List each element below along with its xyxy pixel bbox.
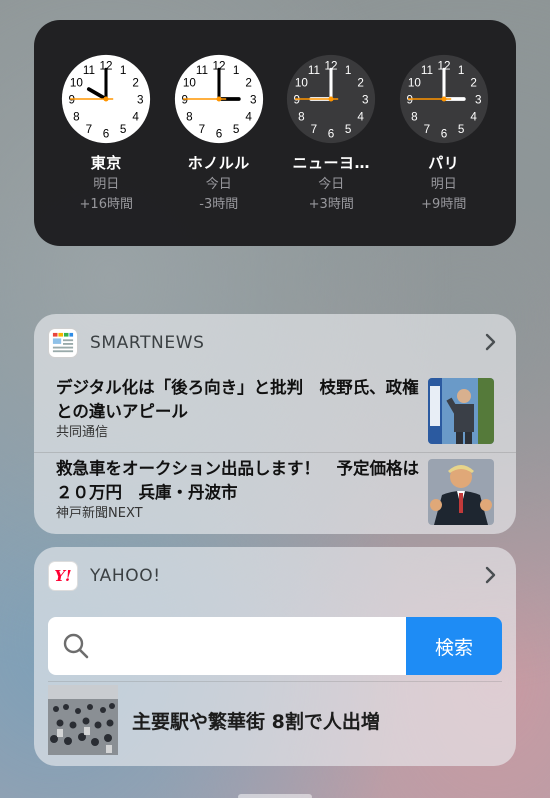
news-thumbnail [428, 378, 494, 444]
clock-paris[interactable]: 1 2 3 4 5 6 7 8 9 10 11 12 パリ 明日 +9時間 [394, 54, 494, 246]
yahoo-widget: Y! YAHOO! 検索 主要駅や繁華街 8割で人出増 [34, 547, 516, 766]
svg-text:4: 4 [470, 111, 477, 124]
clock-offset-label: +3時間 [308, 197, 354, 212]
svg-text:9: 9 [294, 94, 301, 107]
svg-text:4: 4 [245, 111, 252, 124]
svg-text:11: 11 [83, 64, 95, 77]
svg-text:1: 1 [458, 64, 465, 77]
svg-text:2: 2 [358, 76, 365, 89]
clock-face-icon: 1234567891011 12 [174, 54, 263, 144]
svg-text:3: 3 [475, 94, 482, 107]
svg-text:10: 10 [183, 76, 197, 89]
clock-face-icon: 1234567891011 12 [399, 54, 488, 144]
svg-text:4: 4 [133, 111, 140, 124]
clock-new-york[interactable]: 1 2 3 4 5 6 7 8 9 10 11 12 ニューヨ… 今日 +3時間 [281, 54, 381, 246]
svg-text:7: 7 [423, 123, 430, 136]
svg-text:4: 4 [358, 111, 365, 124]
search-input[interactable] [90, 617, 406, 675]
svg-text:6: 6 [328, 128, 335, 141]
svg-text:5: 5 [120, 123, 127, 136]
search-field[interactable] [48, 617, 406, 675]
home-indicator [238, 794, 312, 798]
world-clock-widget[interactable]: 1 2 3 4 5 6 7 8 9 10 11 12 東京 明日 +16時間 1 2 3 4 5 6 7 8 9 10 1… [34, 20, 516, 246]
svg-text:11: 11 [421, 64, 433, 77]
divider [48, 681, 502, 682]
yahoo-headline: 主要駅や繁華街 8割で人出増 [132, 710, 380, 733]
svg-text:3: 3 [362, 94, 369, 107]
svg-text:7: 7 [198, 123, 205, 136]
svg-text:8: 8 [298, 111, 305, 124]
svg-text:8: 8 [73, 111, 80, 124]
clock-face-icon: 1234567891011 12 [62, 54, 151, 144]
clock-day-label: 明日 [430, 177, 457, 192]
yahoo-app-icon: Y! [48, 561, 78, 591]
clock-day-label: 今日 [205, 177, 232, 192]
svg-text:10: 10 [295, 76, 309, 89]
search-button[interactable]: 検索 [406, 617, 502, 675]
clock-offset-label: +9時間 [421, 197, 467, 212]
smartnews-app-name: SMARTNEWS [90, 333, 205, 353]
yahoo-header[interactable]: Y! YAHOO! [34, 547, 516, 605]
svg-text:3: 3 [137, 94, 144, 107]
clock-city-label: パリ [428, 154, 460, 172]
clock-offset-label: +16時間 [79, 197, 133, 212]
news-source: 神戸新聞NEXT [56, 506, 143, 521]
clock-honolulu[interactable]: 1 2 3 4 5 6 7 8 9 10 11 12 ホノルル 今日 -3時間 [169, 54, 269, 246]
clock-city-label: ホノルル [187, 154, 250, 172]
svg-text:1: 1 [233, 64, 240, 77]
svg-text:11: 11 [308, 64, 320, 77]
yahoo-news-item[interactable]: 主要駅や繁華街 8割で人出増 [48, 685, 380, 755]
search-icon [63, 633, 89, 659]
svg-text:9: 9 [69, 94, 76, 107]
clock-tokyo[interactable]: 1 2 3 4 5 6 7 8 9 10 11 12 東京 明日 +16時間 [56, 54, 156, 246]
svg-text:7: 7 [311, 123, 318, 136]
svg-text:5: 5 [345, 123, 352, 136]
chevron-right-icon[interactable] [480, 332, 500, 352]
svg-text:5: 5 [233, 123, 240, 136]
svg-text:3: 3 [250, 94, 257, 107]
svg-text:2: 2 [470, 76, 477, 89]
svg-text:6: 6 [440, 128, 447, 141]
svg-text:8: 8 [186, 111, 193, 124]
svg-text:6: 6 [215, 128, 222, 141]
news-thumbnail [48, 685, 118, 755]
chevron-right-icon[interactable] [480, 565, 500, 585]
yahoo-search-bar: 検索 [48, 617, 502, 675]
news-source: 共同通信 [56, 425, 109, 440]
news-title: デジタル化は「後ろ向き」と批判 枝野氏、政権との違いアピール [56, 378, 419, 421]
clock-city-label: 東京 [90, 154, 122, 172]
svg-text:2: 2 [133, 76, 140, 89]
clock-day-label: 今日 [318, 177, 345, 192]
news-item[interactable]: デジタル化は「後ろ向き」と批判 枝野氏、政権との違いアピール 共同通信 [34, 372, 516, 452]
svg-text:11: 11 [196, 64, 208, 77]
smartnews-app-icon [48, 328, 78, 358]
svg-text:9: 9 [406, 94, 413, 107]
clock-face-icon: 1234567891011 12 [287, 54, 376, 144]
svg-text:5: 5 [458, 123, 465, 136]
svg-text:6: 6 [103, 128, 110, 141]
smartnews-header[interactable]: SMARTNEWS [34, 314, 516, 372]
svg-text:2: 2 [245, 76, 252, 89]
svg-text:10: 10 [408, 76, 422, 89]
smartnews-widget: SMARTNEWS デジタル化は「後ろ向き」と批判 枝野氏、政権との違いアピール… [34, 314, 516, 534]
clock-city-label: ニューヨ… [292, 154, 370, 172]
svg-text:1: 1 [120, 64, 127, 77]
clock-day-label: 明日 [93, 177, 120, 192]
clock-offset-label: -3時間 [199, 197, 239, 212]
svg-text:10: 10 [70, 76, 84, 89]
news-thumbnail [428, 459, 494, 525]
svg-text:9: 9 [181, 94, 188, 107]
svg-text:8: 8 [411, 111, 418, 124]
svg-text:1: 1 [345, 64, 352, 77]
news-title: 救急車をオークション出品します！ 予定価格は２０万円 兵庫・丹波市 [56, 459, 419, 502]
news-item[interactable]: 救急車をオークション出品します！ 予定価格は２０万円 兵庫・丹波市 神戸新聞NE… [34, 452, 516, 532]
svg-text:7: 7 [86, 123, 93, 136]
yahoo-app-name: YAHOO! [90, 566, 161, 586]
